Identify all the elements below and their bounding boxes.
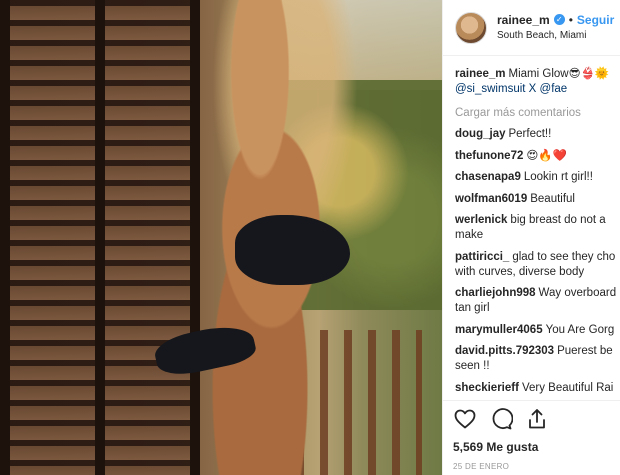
comment-username[interactable]: sheckierieff — [455, 382, 519, 394]
comment-item: thefunone72 😍🔥❤️ — [455, 148, 620, 164]
follow-button[interactable]: Seguir — [577, 13, 614, 27]
post-photo[interactable] — [0, 0, 442, 475]
comment-username[interactable]: pattiricci_ — [455, 251, 509, 263]
comment-text: 😍🔥❤️ — [526, 148, 568, 163]
comment-username[interactable]: werlenick — [455, 214, 507, 226]
comment-item: doug_jay Perfect!! — [455, 127, 620, 142]
comment-username[interactable]: doug_jay — [455, 128, 505, 140]
avatar[interactable] — [455, 11, 487, 44]
caption-username[interactable]: rainee_m — [455, 68, 506, 80]
comment-username[interactable]: marymuller4065 — [455, 324, 543, 336]
post-caption: rainee_m Miami Glow😎👙🌞 @si_swimsuit X @fa… — [455, 66, 620, 98]
comment-text: Very Beautiful Rai — [521, 381, 614, 394]
comment-item: pattiricci_ glad to see they cho with cur… — [455, 250, 620, 281]
post-header: rainee_m ✓ • Seguir South Beach, Miami — [443, 0, 620, 56]
caption-text: Miami Glow — [508, 68, 569, 80]
username-link[interactable]: rainee_m — [497, 13, 550, 27]
comment-username[interactable]: thefunone72 — [455, 150, 523, 162]
load-more-comments-button[interactable]: Cargar más comentarios — [455, 106, 620, 121]
comment-text: Perfect!! — [508, 127, 552, 140]
comment-item: wolfman6019 Beautiful — [455, 192, 620, 207]
share-icon[interactable] — [525, 407, 549, 431]
comment-username[interactable]: wolfman6019 — [455, 193, 527, 205]
heart-icon[interactable] — [453, 407, 477, 431]
comment-item: david.pitts.792303 Puerest be seen !! — [455, 344, 620, 375]
post-actions-bar: 5,569 Me gusta 25 DE ENERO — [443, 400, 620, 475]
post-side-panel: rainee_m ✓ • Seguir South Beach, Miami r… — [442, 0, 620, 475]
comment-icon[interactable] — [489, 407, 514, 431]
caption-mentions[interactable]: @si_swimsuit X @fae — [455, 83, 567, 95]
shutter-frame-left — [0, 0, 10, 475]
location-link[interactable]: South Beach, Miami — [497, 30, 614, 42]
comment-item: chasenapa9 Lookin rt girl!! — [455, 170, 620, 185]
comment-item: marymuller4065 You Are Gorg — [455, 323, 620, 338]
comments-list[interactable]: rainee_m Miami Glow😎👙🌞 @si_swimsuit X @fa… — [443, 56, 620, 401]
verified-badge-icon: ✓ — [553, 14, 565, 26]
comment-item: sheckierieff Very Beautiful Rai — [455, 381, 620, 396]
comment-item: werlenick big breast do not a make — [455, 213, 620, 244]
post-date: 25 DE ENERO — [453, 462, 510, 471]
comment-item: charliejohn998 Way overboard tan girl — [455, 286, 620, 317]
comment-username[interactable]: charliejohn998 — [455, 287, 536, 299]
likes-count[interactable]: 5,569 Me gusta — [453, 440, 620, 454]
comment-text: You Are Gorg — [545, 323, 615, 336]
comment-text: Beautiful — [530, 192, 575, 205]
separator-dot: • — [568, 12, 573, 27]
comment-username[interactable]: david.pitts.792303 — [455, 345, 554, 357]
comment-text: Lookin rt girl!! — [523, 171, 593, 184]
comment-username[interactable]: chasenapa9 — [455, 171, 521, 183]
caption-emoji: 😎👙🌞 — [568, 66, 610, 80]
shutter-frame-middle — [95, 0, 105, 475]
